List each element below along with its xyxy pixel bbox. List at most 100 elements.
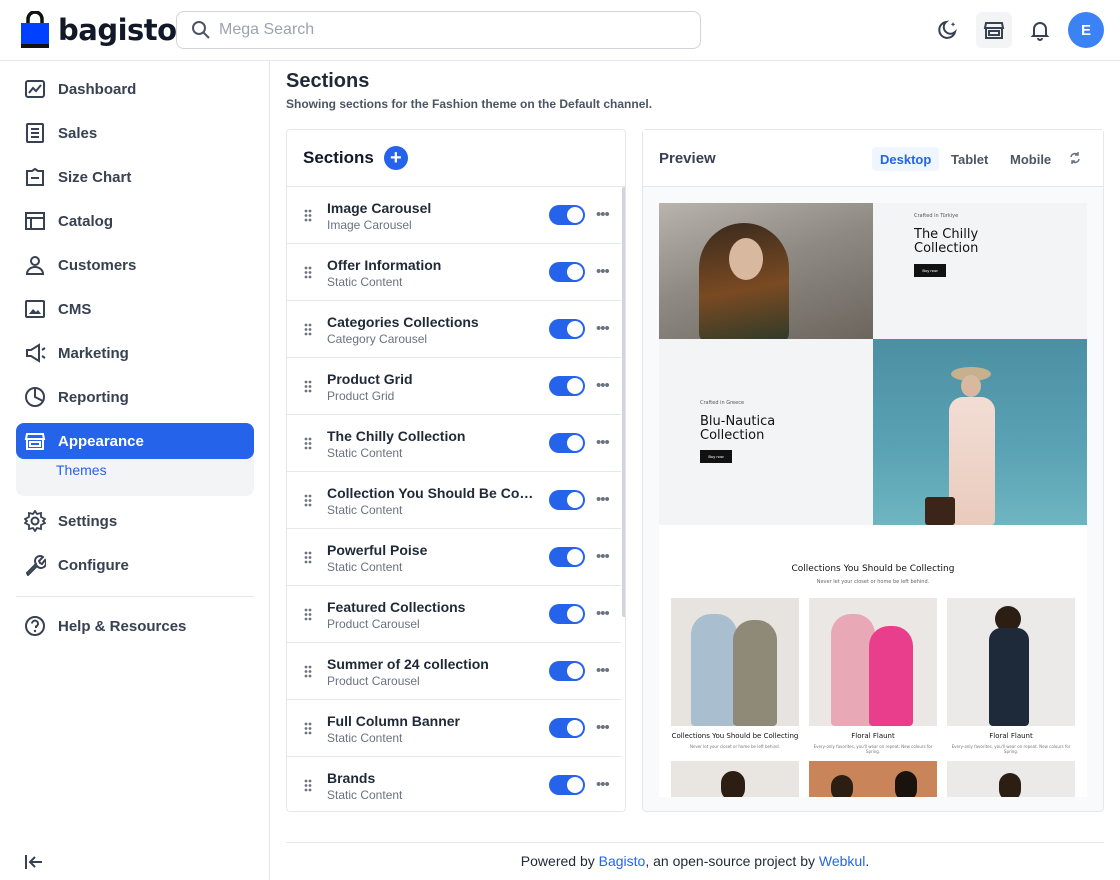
mega-search[interactable] [176, 11, 701, 49]
brand-name: bagisto [58, 13, 177, 47]
sidebar-item-sales[interactable]: Sales [16, 115, 254, 151]
section-status-toggle[interactable] [549, 661, 585, 681]
section-row[interactable]: Featured Collections Product Carousel ••• [287, 586, 621, 643]
more-options-icon[interactable]: ••• [596, 605, 610, 622]
drag-handle-icon[interactable] [304, 665, 312, 678]
section-status-toggle[interactable] [549, 718, 585, 738]
product-image [671, 598, 799, 726]
product-desc: Never let your closet or home be left be… [689, 744, 780, 749]
section-status-toggle[interactable] [549, 547, 585, 567]
drag-handle-icon[interactable] [304, 494, 312, 507]
section-row[interactable]: The Chilly Collection Static Content ••• [287, 415, 621, 472]
preview-header: Preview Desktop Tablet Mobile [643, 130, 1103, 187]
sidebar-item-label: Dashboard [58, 80, 137, 98]
product-desc: Every-only favorites, you'll wear on rep… [951, 744, 1071, 754]
drag-handle-icon[interactable] [304, 437, 312, 450]
appearance-submenu: Themes [16, 456, 254, 496]
sidebar-subitem-themes[interactable]: Themes [56, 462, 107, 478]
search-input[interactable] [219, 21, 659, 39]
sidebar-item-size-chart[interactable]: Size Chart [16, 159, 254, 195]
more-options-icon[interactable]: ••• [596, 434, 610, 451]
buy-now-button[interactable]: Buy now [700, 450, 732, 463]
more-options-icon[interactable]: ••• [596, 377, 610, 394]
more-options-icon[interactable]: ••• [596, 206, 610, 223]
refresh-icon[interactable] [1069, 151, 1081, 165]
user-avatar[interactable]: E [1068, 12, 1104, 48]
section-type: Image Carousel [327, 218, 412, 232]
section-name: Product Grid [327, 371, 413, 387]
section-row[interactable]: Full Column Banner Static Content ••• [287, 700, 621, 757]
sidebar-item-label: Marketing [58, 344, 129, 362]
section-row[interactable]: Brands Static Content ••• [287, 757, 621, 811]
section-row[interactable]: Categories Collections Category Carousel •… [287, 301, 621, 358]
sidebar-item-settings[interactable]: Settings [16, 503, 254, 539]
section-status-toggle[interactable] [549, 775, 585, 795]
section-row[interactable]: Summer of 24 collection Product Carousel •… [287, 643, 621, 700]
brand-logo[interactable]: bagisto [20, 11, 177, 49]
section-row[interactable]: Image Carousel Image Carousel ••• [287, 187, 621, 244]
sidebar-item-catalog[interactable]: Catalog [16, 203, 254, 239]
drag-handle-icon[interactable] [304, 380, 312, 393]
drag-handle-icon[interactable] [304, 209, 312, 222]
drag-handle-icon[interactable] [304, 266, 312, 279]
drag-handle-icon[interactable] [304, 551, 312, 564]
section-row[interactable]: Offer Information Static Content ••• [287, 244, 621, 301]
sidebar-item-label: Reporting [58, 388, 129, 406]
section-type: Static Content [327, 503, 403, 517]
section-status-toggle[interactable] [549, 319, 585, 339]
catalog-icon [25, 212, 45, 230]
marketing-icon [26, 343, 46, 363]
sidebar-item-appearance[interactable]: Appearance [16, 423, 254, 459]
preview-panel: Preview Desktop Tablet Mobile Crafted in… [642, 129, 1104, 812]
section-type: Static Content [327, 560, 403, 574]
section-name: Brands [327, 770, 376, 786]
section-row[interactable]: Powerful Poise Static Content ••• [287, 529, 621, 586]
more-options-icon[interactable]: ••• [596, 548, 610, 565]
section-row[interactable]: Product Grid Product Grid ••• [287, 358, 621, 415]
section-status-toggle[interactable] [549, 262, 585, 282]
product-image [671, 761, 799, 797]
tab-desktop[interactable]: Desktop [872, 147, 940, 171]
more-options-icon[interactable]: ••• [596, 263, 610, 280]
sidebar-item-customers[interactable]: Customers [16, 247, 254, 283]
tab-mobile[interactable]: Mobile [1002, 147, 1059, 171]
buy-now-button[interactable]: Buy now [914, 264, 946, 277]
sales-icon [26, 123, 44, 143]
sections-panel: Sections + Image Carousel Image Carousel •… [286, 129, 626, 812]
notifications-button[interactable] [1022, 12, 1058, 48]
sidebar-item-help[interactable]: Help & Resources [16, 608, 254, 644]
sections-scrollbar[interactable] [622, 187, 625, 617]
drag-handle-icon[interactable] [304, 779, 312, 792]
sidebar-divider [16, 596, 254, 597]
drag-handle-icon[interactable] [304, 608, 312, 621]
more-options-icon[interactable]: ••• [596, 776, 610, 793]
dark-mode-toggle[interactable] [930, 12, 966, 48]
sidebar-item-marketing[interactable]: Marketing [16, 335, 254, 371]
more-options-icon[interactable]: ••• [596, 491, 610, 508]
sidebar-item-reporting[interactable]: Reporting [16, 379, 254, 415]
section-row[interactable]: Collection You Should Be Coll... Static C… [287, 472, 621, 529]
section-name: The Chilly Collection [327, 428, 466, 444]
section-status-toggle[interactable] [549, 205, 585, 225]
drag-handle-icon[interactable] [304, 722, 312, 735]
webkul-link[interactable]: Webkul [819, 853, 865, 869]
more-options-icon[interactable]: ••• [596, 320, 610, 337]
sidebar-item-configure[interactable]: Configure [16, 547, 254, 583]
sections-list: Image Carousel Image Carousel ••• Offer Inf… [287, 187, 621, 811]
storefront-button[interactable] [976, 12, 1012, 48]
sidebar-item-dashboard[interactable]: Dashboard [16, 71, 254, 107]
add-section-button[interactable]: + [383, 146, 408, 170]
section-name: Powerful Poise [327, 542, 428, 558]
drag-handle-icon[interactable] [304, 323, 312, 336]
section-status-toggle[interactable] [549, 490, 585, 510]
more-options-icon[interactable]: ••• [596, 719, 610, 736]
section-status-toggle[interactable] [549, 604, 585, 624]
more-options-icon[interactable]: ••• [596, 662, 610, 679]
section-name: Image Carousel [327, 200, 432, 216]
tab-tablet[interactable]: Tablet [943, 147, 996, 171]
section-status-toggle[interactable] [549, 376, 585, 396]
section-status-toggle[interactable] [549, 433, 585, 453]
sidebar-item-cms[interactable]: CMS [16, 291, 254, 327]
collapse-sidebar-button[interactable] [24, 853, 44, 876]
bagisto-link[interactable]: Bagisto [599, 853, 646, 869]
